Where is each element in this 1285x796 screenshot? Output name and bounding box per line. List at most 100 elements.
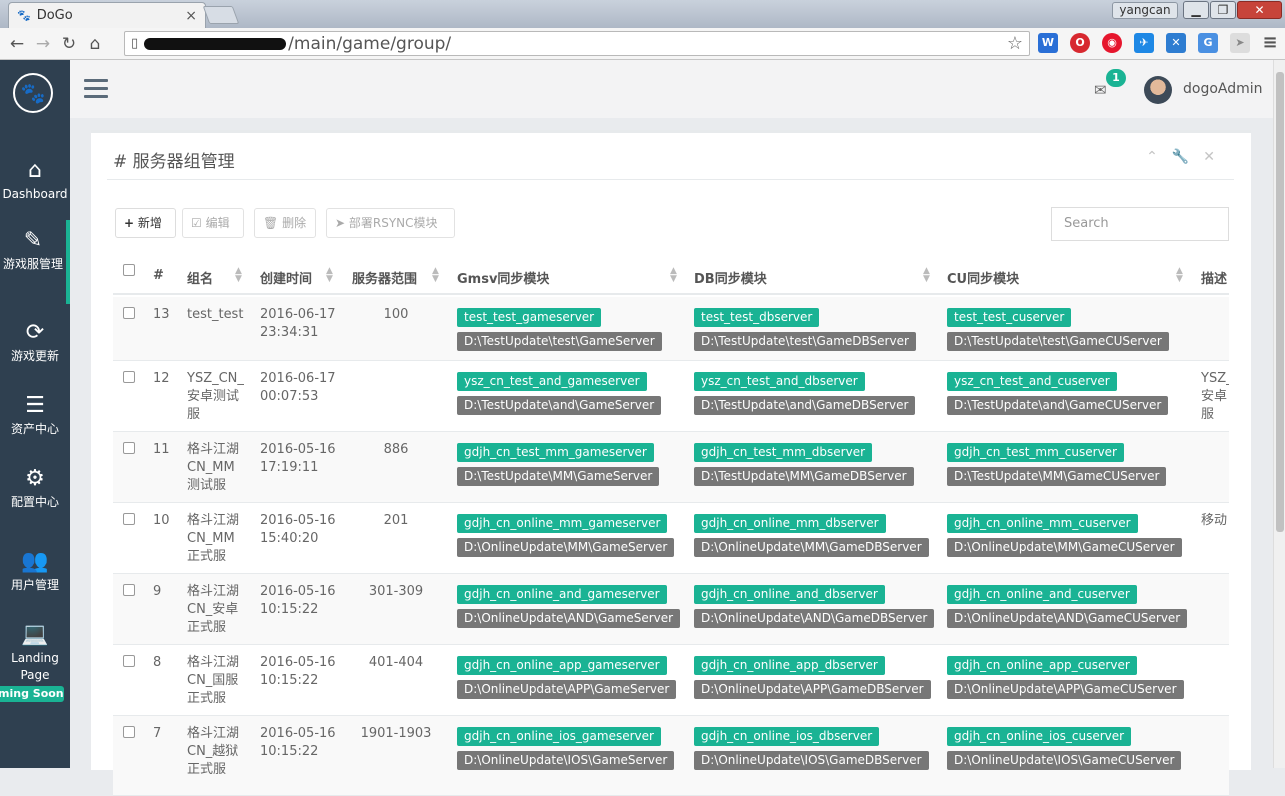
bookmark-star-icon[interactable]: ☆ xyxy=(1007,33,1023,54)
envelope-icon[interactable]: ✉ xyxy=(1094,81,1107,99)
cu-module-badge[interactable]: test_test_cuserver xyxy=(947,308,1072,327)
row-checkbox[interactable] xyxy=(123,371,135,383)
cell-desc-line: YSZ_ xyxy=(1201,371,1229,386)
col-range[interactable]: 服务器范围 xyxy=(352,268,417,287)
table-row[interactable]: 12 YSZ_CN_ 安卓测试服 2016-06-17 00:07:53 ysz_cn_t… xyxy=(113,361,1229,432)
scrollbar[interactable] xyxy=(1273,60,1285,768)
cell-desc-line: 移动 xyxy=(1201,513,1228,528)
table-row[interactable]: 10 格斗江湖 CN_MM 正式服 2016-05-16 15:40:20 201 gdjh_… xyxy=(113,503,1229,574)
back-icon[interactable]: ← xyxy=(4,34,30,54)
home-nav-icon[interactable]: ⌂ xyxy=(82,34,108,54)
cu-module-badge[interactable]: gdjh_cn_online_and_cuserver xyxy=(947,585,1137,604)
sidebar-item-game-server[interactable]: ✎ 游戏服管理 xyxy=(0,220,70,304)
sidebar-item-config[interactable]: ⚙ 配置中心 xyxy=(0,466,70,511)
cell-name-line: CN_越狱 xyxy=(187,744,239,759)
translate-extension-icon[interactable]: G xyxy=(1198,33,1218,53)
col-cu[interactable]: CU同步模块 xyxy=(947,268,1019,287)
col-name[interactable]: 组名 xyxy=(187,268,213,287)
logo-paw-icon[interactable]: 🐾 xyxy=(13,73,53,113)
sort-icon[interactable]: ▲ ▼ xyxy=(923,267,930,284)
new-tab-button[interactable] xyxy=(202,6,240,24)
db-module-badge[interactable]: gdjh_cn_online_and_dbserver xyxy=(694,585,885,604)
row-checkbox[interactable] xyxy=(123,655,135,667)
db-module-badge[interactable]: gdjh_cn_online_ios_dbserver xyxy=(694,727,880,746)
add-button[interactable]: + 新增 xyxy=(115,208,176,238)
gmsv-module-badge[interactable]: test_test_gameserver xyxy=(457,308,602,327)
tab-close-icon[interactable]: × xyxy=(185,8,197,24)
bird-extension-icon[interactable]: ✈ xyxy=(1134,33,1154,53)
sort-icon[interactable]: ▲ ▼ xyxy=(670,267,677,284)
sidebar-item-landing[interactable]: 💻 Landing Page xyxy=(0,622,70,684)
avatar[interactable] xyxy=(1144,76,1172,104)
gmsv-module-badge[interactable]: gdjh_cn_online_and_gameserver xyxy=(457,585,667,604)
gmsv-module-badge[interactable]: gdjh_cn_online_app_gameserver xyxy=(457,656,667,675)
address-bar[interactable]: ▯ /main/game/group/ ☆ xyxy=(124,31,1030,56)
profile-chip[interactable]: yangcan xyxy=(1112,2,1178,19)
minimize-icon[interactable]: ▁ xyxy=(1183,1,1209,19)
table-row[interactable]: 13 test_test 2016-06-17 23:34:31 100 test_tes… xyxy=(113,297,1229,361)
sidebar-item-users[interactable]: 👥 用户管理 xyxy=(0,549,70,594)
browser-tab[interactable]: 🐾 DoGo × xyxy=(8,2,206,28)
table-row[interactable]: 9 格斗江湖 CN_安卓 正式服 2016-05-16 10:15:22 301-309 gd… xyxy=(113,574,1229,645)
sort-icon[interactable]: ▲ ▼ xyxy=(235,267,242,284)
gmsv-module-badge[interactable]: gdjh_cn_online_mm_gameserver xyxy=(457,514,668,533)
sidebar-item-game-update[interactable]: ⟳ 游戏更新 xyxy=(0,320,70,365)
sort-icon[interactable]: ▲ ▼ xyxy=(432,267,439,284)
deploy-rsync-button[interactable]: ➤ 部署RSYNC模块 xyxy=(326,208,455,238)
cu-path-badge: D:\TestUpdate\MM\GameCUServer xyxy=(947,467,1167,486)
gmsv-module-badge[interactable]: gdjh_cn_online_ios_gameserver xyxy=(457,727,661,746)
sort-icon[interactable]: ▲ ▼ xyxy=(1176,267,1183,284)
restore-icon[interactable]: ❐ xyxy=(1210,1,1236,19)
reload-icon[interactable]: ↻ xyxy=(56,34,82,54)
db-module-badge[interactable]: test_test_dbserver xyxy=(694,308,820,327)
collapse-chevron-icon[interactable]: ⌃ xyxy=(1146,149,1158,165)
username[interactable]: dogoAdmin xyxy=(1183,81,1263,97)
db-module-badge[interactable]: ysz_cn_test_and_dbserver xyxy=(694,372,865,391)
search-input[interactable]: Search xyxy=(1051,207,1229,241)
arrow-extension-icon[interactable]: ➤ xyxy=(1230,33,1250,53)
browser-toolbar: ← → ↻ ⌂ ▯ /main/game/group/ ☆ W O ◉ ✈ ✕ … xyxy=(0,28,1285,60)
database-icon: ☰ xyxy=(25,393,45,418)
row-checkbox[interactable] xyxy=(123,726,135,738)
sidebar-item-assets[interactable]: ☰ 资产中心 xyxy=(0,393,70,438)
table-row[interactable]: 7 格斗江湖 CN_越狱 正式服 2016-05-16 10:15:22 1901-1903… xyxy=(113,716,1229,796)
wrench-icon[interactable]: 🔧 xyxy=(1172,149,1189,165)
gmsv-module-badge[interactable]: ysz_cn_test_and_gameserver xyxy=(457,372,647,391)
edit-button[interactable]: ☑ 编辑 xyxy=(182,208,244,238)
menu-icon[interactable]: ≡ xyxy=(1260,33,1280,53)
close-icon[interactable]: ✕ xyxy=(1203,149,1215,165)
gmsv-module-badge[interactable]: gdjh_cn_test_mm_gameserver xyxy=(457,443,654,462)
sort-icon[interactable]: ▲ ▼ xyxy=(326,267,333,284)
table-row[interactable]: 8 格斗江湖 CN_国服 正式服 2016-05-16 10:15:22 401-404 gd… xyxy=(113,645,1229,716)
col-desc[interactable]: 描述 xyxy=(1201,268,1227,287)
row-checkbox[interactable] xyxy=(123,513,135,525)
window-close-icon[interactable]: ✕ xyxy=(1237,1,1282,19)
word-extension-icon[interactable]: W xyxy=(1038,33,1058,53)
col-id[interactable]: # xyxy=(153,268,164,283)
col-created[interactable]: 创建时间 xyxy=(260,268,312,287)
forward-icon[interactable]: → xyxy=(30,34,56,54)
row-checkbox[interactable] xyxy=(123,307,135,319)
db-module-badge[interactable]: gdjh_cn_online_app_dbserver xyxy=(694,656,885,675)
hamburger-menu-icon[interactable] xyxy=(84,79,108,99)
cu-module-badge[interactable]: ysz_cn_test_and_cuserver xyxy=(947,372,1117,391)
delete-button[interactable]: 🗑 删除 xyxy=(254,208,316,238)
db-module-badge[interactable]: gdjh_cn_online_mm_dbserver xyxy=(694,514,886,533)
sidebar-item-dashboard[interactable]: ⌂ Dashboard xyxy=(0,158,70,203)
row-checkbox[interactable] xyxy=(123,584,135,596)
table-row[interactable]: 11 格斗江湖 CN_MM 测试服 2016-05-16 17:19:11 886 gdjh_… xyxy=(113,432,1229,503)
opera-extension-icon[interactable]: O xyxy=(1070,33,1090,53)
select-all-checkbox[interactable] xyxy=(123,264,135,276)
scrollbar-thumb[interactable] xyxy=(1276,72,1284,532)
cu-module-badge[interactable]: gdjh_cn_online_app_cuserver xyxy=(947,656,1137,675)
col-db[interactable]: DB同步模块 xyxy=(694,268,767,287)
cu-module-badge[interactable]: gdjh_cn_online_ios_cuserver xyxy=(947,727,1132,746)
cu-module-badge[interactable]: gdjh_cn_online_mm_cuserver xyxy=(947,514,1138,533)
x-extension-icon[interactable]: ✕ xyxy=(1166,33,1186,53)
col-gmsv[interactable]: Gmsv同步模块 xyxy=(457,268,549,287)
weibo-extension-icon[interactable]: ◉ xyxy=(1102,33,1122,53)
row-checkbox[interactable] xyxy=(123,442,135,454)
db-module-badge[interactable]: gdjh_cn_test_mm_dbserver xyxy=(694,443,873,462)
cell-date: 2016-05-16 xyxy=(260,584,336,599)
cu-module-badge[interactable]: gdjh_cn_test_mm_cuserver xyxy=(947,443,1124,462)
